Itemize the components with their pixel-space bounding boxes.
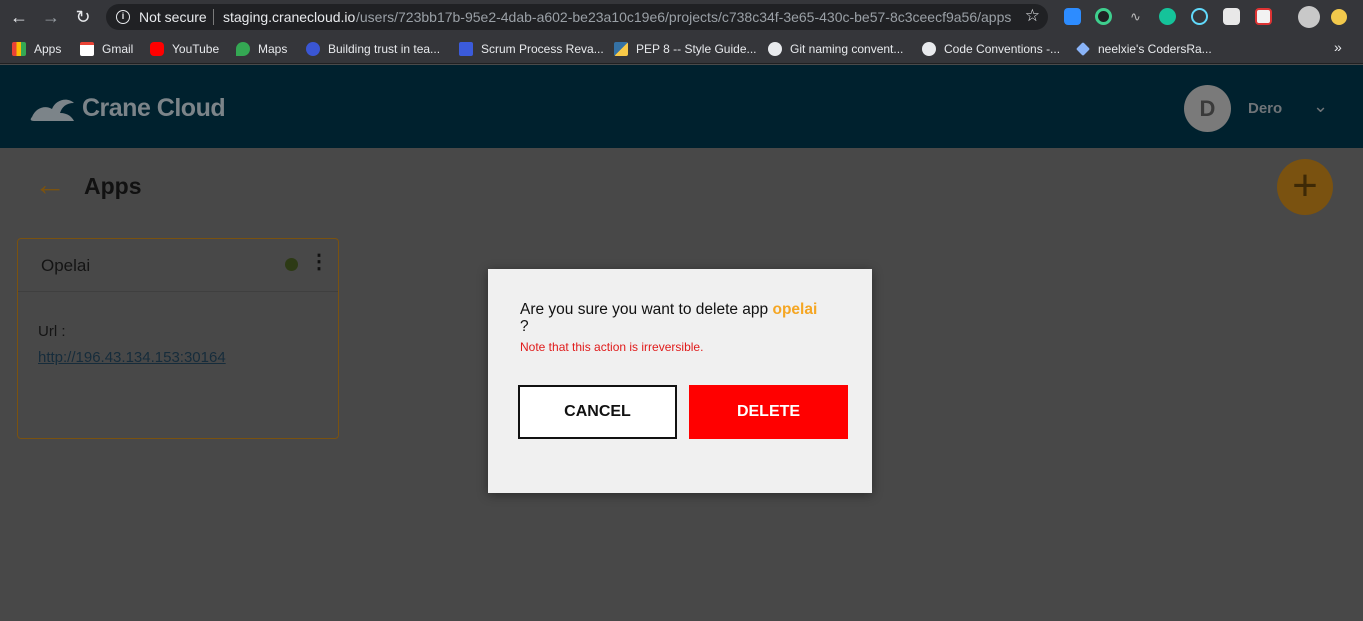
bookmark-git-naming[interactable]: Git naming convent... <box>768 41 903 57</box>
bookmark-label: YouTube <box>172 42 220 56</box>
url-host: staging.cranecloud.io <box>223 9 356 25</box>
bookmark-code-conventions[interactable]: Code Conventions -... <box>922 41 1060 57</box>
github-icon <box>768 42 782 56</box>
more-bookmarks-icon[interactable]: » <box>1334 39 1342 55</box>
bookmarks-bar: Apps Gmail YouTube Maps Building trust i… <box>0 34 1363 64</box>
address-separator <box>213 9 214 25</box>
trend-extension-icon[interactable]: ∿ <box>1127 8 1144 25</box>
crane-bird-icon <box>30 99 74 121</box>
app-url-link[interactable]: http://196.43.134.153:30164 <box>38 349 226 366</box>
s-extension-icon[interactable] <box>1223 8 1240 25</box>
python-icon <box>614 42 628 56</box>
back-icon[interactable]: ← <box>8 6 30 28</box>
bookmark-label: Scrum Process Reva... <box>481 42 604 56</box>
bookmark-label: Code Conventions -... <box>944 42 1061 56</box>
bookmark-building-trust[interactable]: Building trust in tea... <box>306 41 440 57</box>
page-title: Apps <box>84 173 142 199</box>
crane-cloud-logo[interactable]: Crane Cloud <box>28 91 226 125</box>
apps-grid-icon <box>12 42 26 56</box>
bookmark-label: Apps <box>34 42 62 56</box>
reload-icon[interactable]: ↻ <box>72 6 94 28</box>
notification-extension-icon[interactable] <box>1255 8 1272 25</box>
react-devtools-icon[interactable] <box>1191 8 1208 25</box>
app-card-header: Opelai ⋮ <box>18 239 338 292</box>
bookmark-label: neelxie's CodersRa... <box>1098 42 1212 56</box>
logo-text: Crane Cloud <box>82 93 226 122</box>
bookmark-maps[interactable]: Maps <box>236 41 287 57</box>
bookmark-scrum[interactable]: Scrum Process Reva... <box>459 41 604 57</box>
app-header: Crane Cloud D Dero ⌄ <box>0 65 1363 148</box>
delete-button[interactable]: DELETE <box>689 385 848 439</box>
info-icon[interactable]: i <box>116 10 130 24</box>
url-label: Url : <box>38 323 66 340</box>
scrum-icon <box>459 42 473 56</box>
grammarly-icon[interactable] <box>1159 8 1176 25</box>
app-card[interactable]: Opelai ⋮ Url : http://196.43.134.153:301… <box>17 238 339 439</box>
circle-extension-icon[interactable] <box>1095 8 1112 25</box>
bookmark-apps[interactable]: Apps <box>12 41 61 57</box>
github-icon <box>922 42 936 56</box>
bookmark-label: Building trust in tea... <box>328 42 441 56</box>
bookmark-star-icon[interactable]: ☆ <box>1025 6 1040 26</box>
profile-avatar-icon[interactable] <box>1298 6 1320 28</box>
more-options-icon[interactable]: ⋮ <box>309 251 329 273</box>
question-text: Are you sure you want to delete app <box>520 301 769 318</box>
back-arrow-icon[interactable]: ← <box>34 168 66 200</box>
address-bar[interactable]: i Not secure staging.cranecloud.io /user… <box>106 4 1048 30</box>
forward-icon[interactable]: → <box>40 6 62 28</box>
modal-app-name: opelai <box>772 301 818 318</box>
delete-question: Are you sure you want to delete app opel… <box>520 301 850 335</box>
bookmark-label: Git naming convent... <box>790 42 904 56</box>
user-name[interactable]: Dero <box>1248 100 1282 117</box>
zoom-extension-icon[interactable] <box>1064 8 1081 25</box>
user-avatar[interactable]: D <box>1184 85 1231 132</box>
delete-confirm-modal: Are you sure you want to delete app opel… <box>488 269 872 493</box>
gmail-icon <box>80 42 94 56</box>
bookmark-label: Gmail <box>102 42 134 56</box>
bookmark-youtube[interactable]: YouTube <box>150 41 219 57</box>
bookmark-label: PEP 8 -- Style Guide... <box>636 42 757 56</box>
irreversible-note: Note that this action is irreversible. <box>520 340 704 354</box>
bookmark-pep8[interactable]: PEP 8 -- Style Guide... <box>614 41 757 57</box>
bookmark-codersrank[interactable]: neelxie's CodersRa... <box>1076 41 1212 57</box>
url-path: /users/723bb17b-95e2-4dab-a602-be23a10c1… <box>356 9 1012 25</box>
add-app-button[interactable]: + <box>1277 159 1333 215</box>
youtube-icon <box>150 42 164 56</box>
not-secure-label: Not secure <box>139 9 207 25</box>
chevron-down-icon[interactable]: ⌄ <box>1313 96 1328 117</box>
status-dot-icon <box>285 258 298 271</box>
question-mark: ? <box>520 318 529 335</box>
app-name: Opelai <box>41 256 91 275</box>
cancel-button[interactable]: CANCEL <box>518 385 677 439</box>
update-icon[interactable] <box>1331 9 1347 25</box>
bookmark-label: Maps <box>258 42 288 56</box>
codersrank-icon <box>1076 42 1090 56</box>
browser-toolbar: ← → ↻ i Not secure staging.cranecloud.io… <box>0 0 1363 34</box>
site-icon <box>306 42 320 56</box>
bookmark-gmail[interactable]: Gmail <box>80 41 133 57</box>
maps-icon <box>236 42 250 56</box>
